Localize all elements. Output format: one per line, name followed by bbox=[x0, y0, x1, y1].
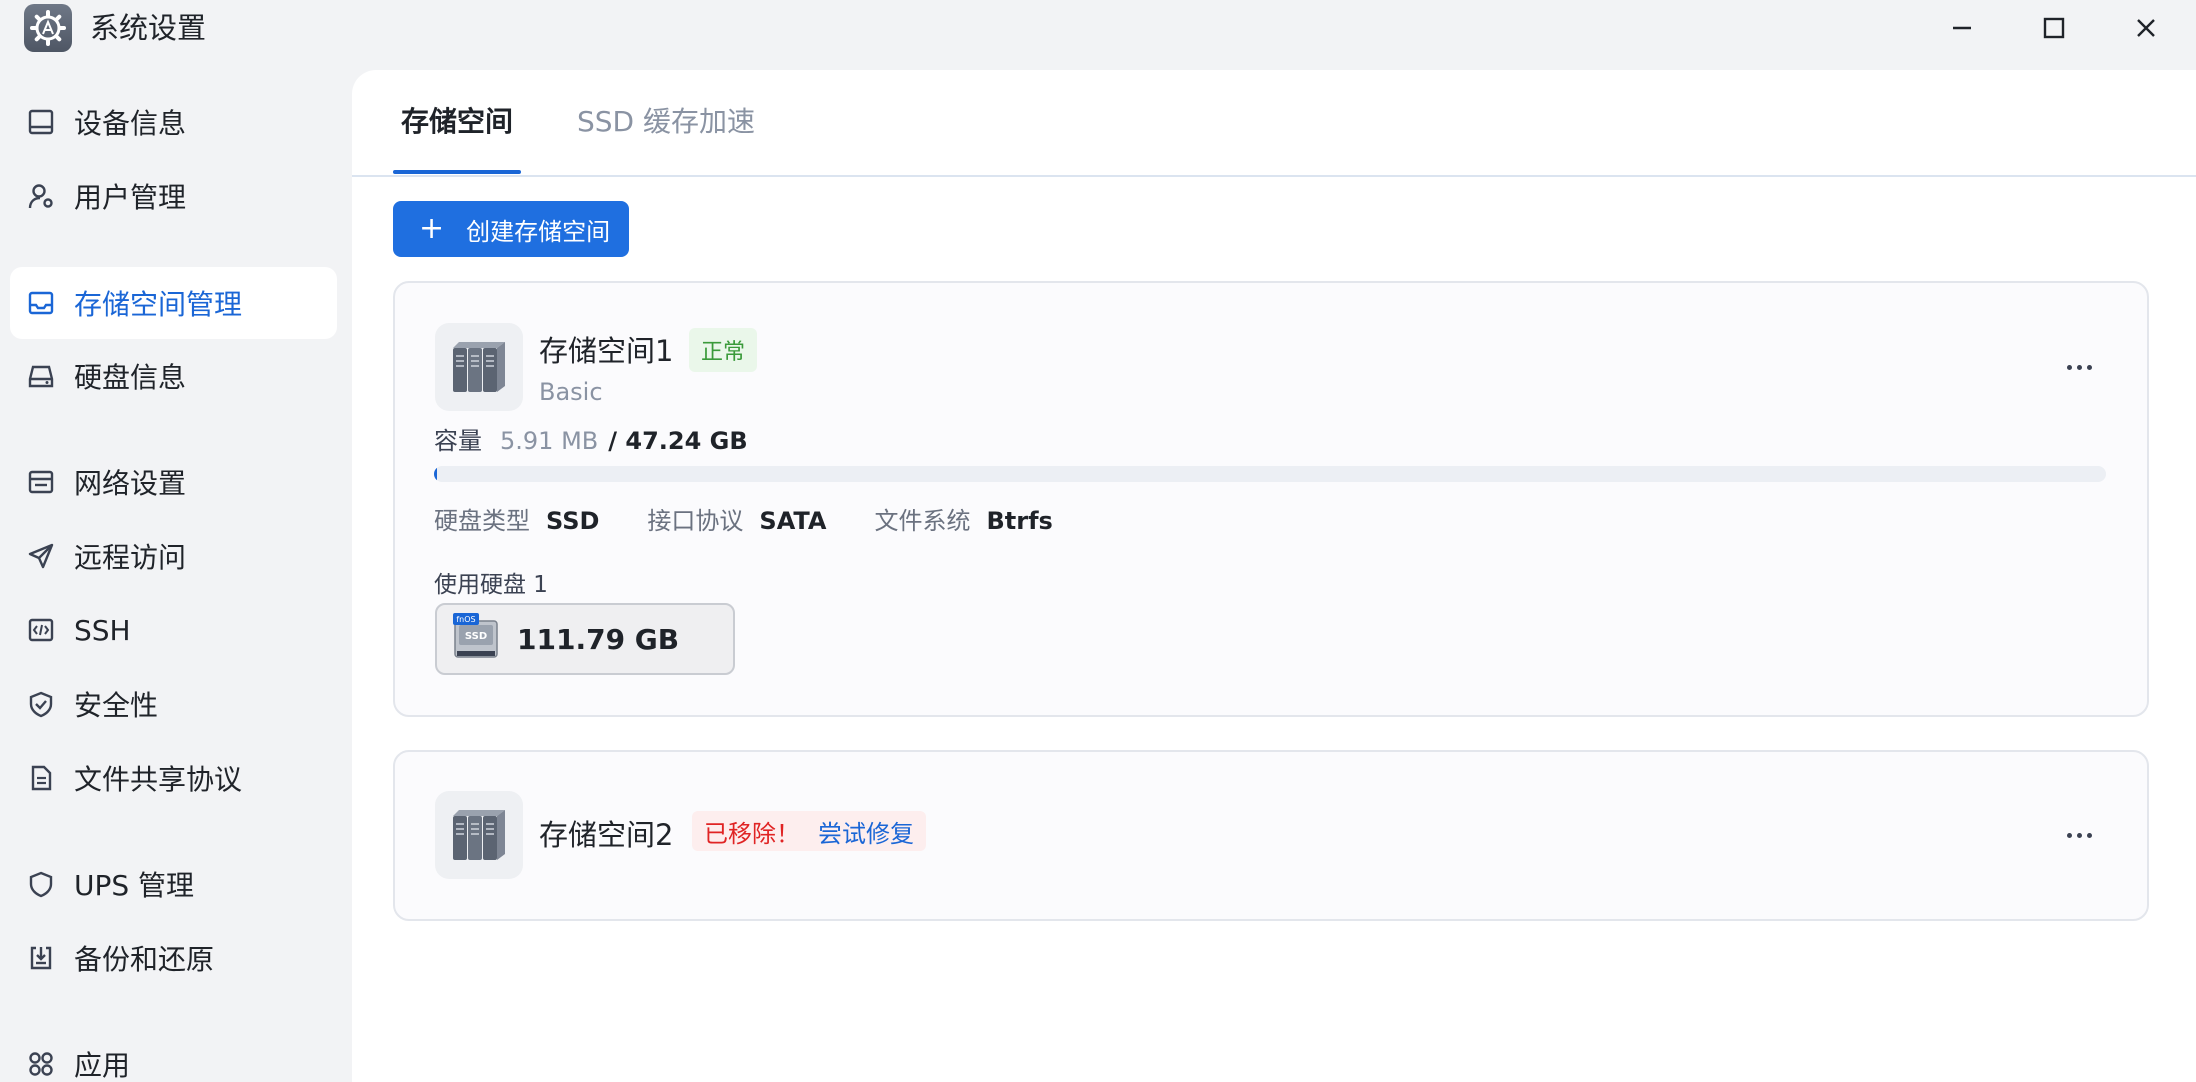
disk-type-value: SSD bbox=[546, 507, 600, 535]
storage-volume-name: 存储空间2 bbox=[539, 818, 674, 852]
sidebar-item-label: 硬盘信息 bbox=[74, 361, 187, 394]
sidebar-item-label: 应用 bbox=[74, 1049, 131, 1082]
disk-chip[interactable]: SSD fnOS 111.79 GB bbox=[435, 603, 735, 675]
plus-icon: + bbox=[419, 211, 445, 246]
disk-type-label: 硬盘类型 bbox=[434, 507, 530, 535]
sidebar-item-backup-restore[interactable]: 备份和还原 bbox=[10, 922, 337, 994]
sidebar-item-apps[interactable]: 应用 bbox=[10, 1028, 337, 1082]
active-tab-indicator bbox=[393, 170, 521, 174]
storage-volume-name: 存储空间1 bbox=[539, 334, 674, 368]
more-options-button[interactable] bbox=[2055, 343, 2103, 391]
capacity-row: 容量 5.91 MB / 47.24 GB bbox=[434, 421, 748, 456]
user-gear-icon bbox=[26, 181, 56, 211]
sidebar-item-device-info[interactable]: 设备信息 bbox=[10, 86, 337, 158]
filesystem-value: Btrfs bbox=[986, 507, 1053, 535]
capacity-total: / 47.24 GB bbox=[608, 427, 748, 455]
sidebar-item-ssh[interactable]: SSH bbox=[10, 594, 337, 666]
sidebar-item-network-settings[interactable]: 网络设置 bbox=[10, 446, 337, 518]
app-settings-icon bbox=[24, 4, 72, 52]
filesystem-label: 文件系统 bbox=[874, 507, 971, 535]
interface-label: 接口协议 bbox=[647, 507, 744, 535]
ssd-icon: SSD fnOS bbox=[453, 613, 499, 665]
maximize-icon bbox=[2043, 17, 2065, 39]
sidebar-item-label: 用户管理 bbox=[74, 181, 187, 214]
close-icon bbox=[2137, 19, 2155, 37]
sidebar-item-label: 备份和还原 bbox=[74, 943, 215, 976]
network-icon bbox=[26, 467, 56, 497]
status-badge: 正常 bbox=[689, 328, 758, 372]
close-button[interactable] bbox=[2124, 6, 2168, 50]
sidebar-item-disk-info[interactable]: 硬盘信息 bbox=[10, 340, 337, 412]
storage-icon bbox=[26, 288, 56, 318]
create-storage-label: 创建存储空间 bbox=[466, 217, 611, 246]
file-icon bbox=[26, 763, 56, 793]
sidebar-item-file-sharing[interactable]: 文件共享协议 bbox=[10, 742, 337, 814]
sidebar-item-ups[interactable]: UPS 管理 bbox=[10, 848, 337, 920]
monitor-icon bbox=[26, 107, 56, 137]
send-icon bbox=[26, 541, 56, 571]
capacity-used: 5.91 MB bbox=[500, 427, 599, 455]
raid-type: Basic bbox=[539, 378, 603, 406]
storage-volume-icon bbox=[435, 323, 523, 411]
sidebar-item-label: 存储空间管理 bbox=[74, 288, 243, 321]
apps-icon bbox=[26, 1049, 56, 1079]
sidebar-item-label: 远程访问 bbox=[74, 541, 187, 574]
status-badge: 已移除！ 尝试修复 bbox=[692, 811, 926, 851]
sidebar-item-label: 设备信息 bbox=[74, 107, 187, 140]
maximize-button[interactable] bbox=[2032, 6, 2076, 50]
sidebar-item-remote-access[interactable]: 远程访问 bbox=[10, 520, 337, 592]
sidebar-item-user-management[interactable]: 用户管理 bbox=[10, 160, 337, 232]
tab-storage[interactable]: 存储空间 bbox=[401, 100, 513, 144]
sidebar-item-label: 安全性 bbox=[74, 689, 159, 722]
removed-status: 已移除！ bbox=[704, 819, 800, 848]
volume-specs: 硬盘类型 SSD 接口协议 SATA 文件系统 Btrfs bbox=[434, 501, 1053, 536]
try-repair-link[interactable]: 尝试修复 bbox=[818, 814, 914, 849]
tab-divider bbox=[352, 175, 2196, 177]
used-disks-label: 使用硬盘 1 bbox=[434, 572, 548, 598]
disk-size: 111.79 GB bbox=[517, 622, 680, 656]
hard-drive-icon bbox=[26, 361, 56, 391]
shield-icon bbox=[26, 869, 56, 899]
sidebar-item-label: 网络设置 bbox=[74, 467, 187, 500]
ssd-icon-text: SSD bbox=[465, 631, 487, 642]
interface-value: SATA bbox=[759, 507, 827, 535]
sidebar-item-storage-management[interactable]: 存储空间管理 bbox=[10, 267, 337, 339]
sidebar-item-label: 文件共享协议 bbox=[74, 763, 243, 796]
capacity-label: 容量 bbox=[434, 427, 482, 455]
sidebar-item-security[interactable]: 安全性 bbox=[10, 668, 337, 740]
tab-ssd-cache[interactable]: SSD 缓存加速 bbox=[577, 100, 755, 144]
create-storage-button[interactable]: + 创建存储空间 bbox=[393, 201, 629, 257]
capacity-progress-bar bbox=[434, 466, 2106, 482]
shield-check-icon bbox=[26, 689, 56, 719]
storage-volume-icon bbox=[435, 791, 523, 879]
sidebar-item-label: SSH bbox=[74, 613, 131, 647]
minimize-button[interactable] bbox=[1940, 6, 1984, 50]
sidebar-item-label: UPS 管理 bbox=[74, 869, 195, 902]
minimize-icon bbox=[1953, 26, 1971, 30]
window-title: 系统设置 bbox=[90, 11, 207, 45]
more-options-button[interactable] bbox=[2055, 811, 2103, 859]
fnos-badge-text: fnOS bbox=[456, 615, 475, 624]
backup-icon bbox=[26, 943, 56, 973]
code-icon bbox=[26, 615, 56, 645]
